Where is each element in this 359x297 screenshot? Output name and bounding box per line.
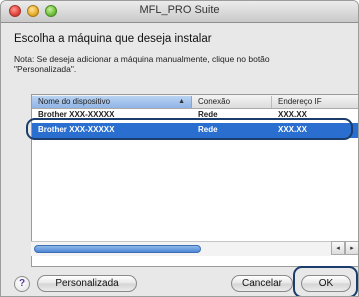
custom-button[interactable]: Personalizada [37,275,137,292]
sort-ascending-icon: ▲ [178,98,185,105]
help-button[interactable]: ? [14,276,30,292]
installer-window: MFL_PRO Suite Escolha a máquina que dese… [0,0,359,297]
scroll-right-button[interactable]: ▸ [345,241,358,255]
scroll-left-button[interactable]: ◂ [331,241,345,255]
table-header: Nome do dispositivo ▲ Conexão Endereço I… [32,95,358,109]
column-header-ip-address[interactable]: Endereço IF [272,96,358,108]
ok-button[interactable]: OK [301,275,351,292]
column-header-connection[interactable]: Conexão [192,96,272,108]
page-heading: Escolha a máquina que deseja instalar [14,33,212,45]
window-title: MFL_PRO Suite [139,4,220,16]
scrollbar-thumb[interactable] [34,245,201,253]
horizontal-scrollbar[interactable] [31,241,331,256]
note-text: Nota: Se deseja adicionar a máquina manu… [14,54,270,74]
column-header-label: Nome do dispositivo [38,97,111,106]
title-bar: MFL_PRO Suite [1,1,358,23]
cancel-button[interactable]: Cancelar [231,275,293,292]
selected-row-highlight-ring [26,118,353,140]
column-header-device-name[interactable]: Nome do dispositivo ▲ [32,96,192,108]
